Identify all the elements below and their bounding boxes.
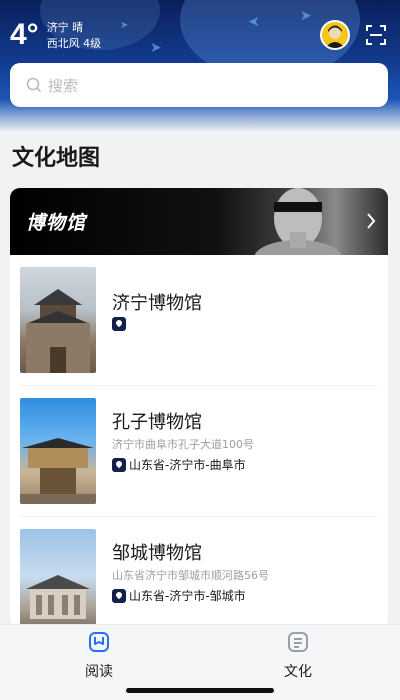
page-title: 文化地图 <box>12 146 101 171</box>
search-input[interactable]: 搜索 <box>10 63 388 107</box>
city-weather: 济宁 晴 <box>46 21 84 34</box>
museum-name: 济宁博物馆 <box>112 293 202 314</box>
museum-address: 济宁市曲阜市孔子大道100号 <box>112 438 254 451</box>
weather-widget: 4° 济宁 晴 西北风 4级 <box>10 18 101 52</box>
museum-name: 邹城博物馆 <box>112 543 202 564</box>
location-pin-icon <box>112 588 126 603</box>
museum-thumbnail <box>20 529 96 628</box>
museum-name: 孔子博物馆 <box>112 412 202 433</box>
temperature: 4° <box>10 18 39 51</box>
tab-reading[interactable]: 阅读 <box>69 631 129 681</box>
location-pin-icon <box>112 457 126 472</box>
building-image <box>26 575 90 619</box>
fish-decoration: ➤ <box>150 40 162 56</box>
search-icon <box>26 77 42 93</box>
scan-button[interactable] <box>366 25 386 45</box>
fish-decoration: ➤ <box>248 14 260 30</box>
museum-thumbnail <box>20 267 96 373</box>
museum-card: 博物馆 济宁博物馆 孔子博物馆 济宁市曲阜市孔子大道100号 山东省-济宁市-曲… <box>10 188 388 628</box>
avatar[interactable] <box>320 20 350 50</box>
museum-thumbnail <box>20 398 96 504</box>
chevron-right-icon <box>367 213 376 229</box>
scan-icon <box>366 25 386 45</box>
museum-region: 山东省-济宁市-曲阜市 <box>129 458 246 472</box>
museum-address: 山东省济宁市邹城市顺河路56号 <box>112 569 269 582</box>
fish-decoration: ➤ <box>120 20 129 31</box>
user-avatar-icon <box>325 25 345 48</box>
museum-banner[interactable]: 博物馆 <box>10 188 388 255</box>
search-placeholder: 搜索 <box>48 76 79 95</box>
tab-label: 文化 <box>284 664 312 680</box>
building-image <box>20 438 96 504</box>
list-item[interactable]: 孔子博物馆 济宁市曲阜市孔子大道100号 山东省-济宁市-曲阜市 <box>10 386 388 516</box>
document-icon <box>288 632 308 652</box>
statue-image <box>254 188 342 255</box>
tab-label: 阅读 <box>85 664 113 680</box>
list-item[interactable]: 邹城博物馆 山东省济宁市邹城市顺河路56号 山东省-济宁市-邹城市 <box>10 517 388 628</box>
book-icon <box>89 632 109 652</box>
location-pin-icon <box>112 317 126 331</box>
fish-decoration: ➤ <box>300 8 312 24</box>
museum-region: 山东省-济宁市-邹城市 <box>129 589 246 603</box>
list-item[interactable]: 济宁博物馆 <box>10 255 388 385</box>
tab-culture[interactable]: 文化 <box>268 631 328 681</box>
wind-info: 西北风 4级 <box>46 37 102 50</box>
home-indicator[interactable] <box>126 688 274 693</box>
building-image <box>26 289 90 373</box>
category-title: 博物馆 <box>26 212 87 234</box>
